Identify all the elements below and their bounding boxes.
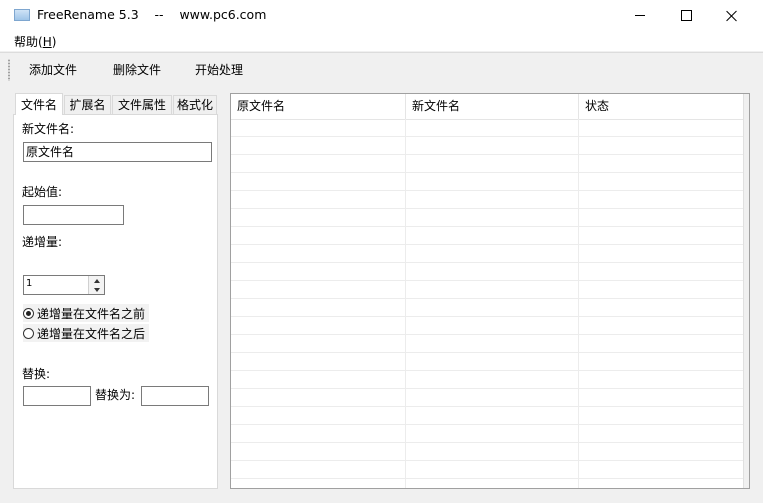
app-icon <box>14 9 30 21</box>
radio-increment-after[interactable]: 递增量在文件名之后 <box>23 324 150 342</box>
list-rows-area[interactable] <box>231 119 749 488</box>
menu-bar: 帮助(H) <box>0 31 763 51</box>
column-original-name[interactable]: 原文件名 <box>231 94 406 119</box>
new-name-label: 新文件名: <box>22 122 75 136</box>
start-value-label: 起始值: <box>22 185 63 199</box>
replace-with-field[interactable] <box>141 386 209 406</box>
start-value-field[interactable] <box>23 205 124 225</box>
minimize-button[interactable] <box>617 0 663 31</box>
replace-label: 替换: <box>22 367 51 381</box>
add-file-button[interactable]: 添加文件 <box>29 61 77 78</box>
list-scrollbar[interactable] <box>743 94 749 488</box>
increment-label: 递增量: <box>22 235 63 249</box>
menu-help-accelerator: H <box>42 35 52 49</box>
menu-help[interactable]: 帮助(H) <box>14 33 56 50</box>
tab-strip: 文件名 扩展名 文件属性 格式化 <box>13 93 220 115</box>
list-header: 原文件名 新文件名 状态 <box>231 94 749 120</box>
column-new-name[interactable]: 新文件名 <box>406 94 579 119</box>
radio-unchecked-icon <box>23 327 34 339</box>
start-process-button[interactable]: 开始处理 <box>195 61 243 78</box>
toolbar-grip[interactable] <box>8 59 10 81</box>
radio-before-label: 递增量在文件名之前 <box>37 306 146 321</box>
minimize-icon <box>635 15 645 16</box>
increment-stepper[interactable]: 1 <box>23 275 105 295</box>
window-title: FreeRename 5.3 -- www.pc6.com <box>37 7 267 22</box>
close-button[interactable] <box>709 0 755 31</box>
stepper-buttons <box>88 276 104 294</box>
title-bar[interactable]: FreeRename 5.3 -- www.pc6.com <box>0 0 763 31</box>
radio-increment-before[interactable]: 递增量在文件名之前 <box>23 304 150 322</box>
new-name-field[interactable]: 原文件名 <box>23 142 212 162</box>
menu-help-label: 帮助( <box>14 35 43 49</box>
stepper-down-button[interactable] <box>89 285 104 294</box>
delete-file-button[interactable]: 删除文件 <box>113 61 161 78</box>
radio-after-label: 递增量在文件名之后 <box>37 326 146 341</box>
app-window: FreeRename 5.3 -- www.pc6.com 帮助(H) 添加文件… <box>0 0 763 503</box>
column-status[interactable]: 状态 <box>579 94 744 119</box>
tab-extension[interactable]: 扩展名 <box>64 95 111 114</box>
tab-format[interactable]: 格式化 <box>173 95 217 114</box>
toolbar: 添加文件 删除文件 开始处理 <box>0 52 763 88</box>
filename-tab-panel: 新文件名: 原文件名 起始值: 递增量: 1 递增量在文件名之前 递增量在文件名… <box>13 114 218 489</box>
close-icon <box>726 10 738 22</box>
increment-value: 1 <box>26 278 33 289</box>
options-panel: 文件名 扩展名 文件属性 格式化 新文件名: 原文件名 起始值: 递增量: 1 … <box>13 93 220 489</box>
replace-field[interactable] <box>23 386 91 406</box>
chevron-down-icon <box>93 287 100 292</box>
file-list-view[interactable]: 原文件名 新文件名 状态 <box>230 93 750 489</box>
radio-checked-icon <box>23 307 34 319</box>
tab-file-attributes[interactable]: 文件属性 <box>112 95 172 114</box>
chevron-up-icon <box>93 278 100 283</box>
tab-filename[interactable]: 文件名 <box>15 93 63 115</box>
menu-help-close: ) <box>51 35 57 49</box>
replace-with-label: 替换为: <box>95 388 136 402</box>
maximize-icon <box>680 10 692 21</box>
maximize-button[interactable] <box>663 0 709 31</box>
